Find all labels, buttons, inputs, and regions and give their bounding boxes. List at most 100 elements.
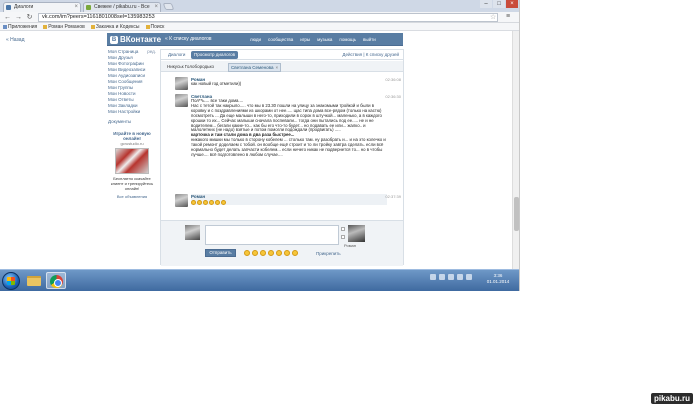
smile-icon <box>221 200 226 205</box>
browser-tab-dialogs[interactable]: Диалоги × <box>3 2 81 12</box>
battery-icon[interactable] <box>466 274 472 280</box>
nav-help[interactable]: помощь <box>339 37 356 42</box>
smile-icon[interactable] <box>260 250 266 256</box>
sidebar-item-settings[interactable]: Мои Настройки <box>108 109 156 115</box>
message-time: 02:37:39 <box>385 194 401 199</box>
bookmark-item[interactable]: Поиск <box>145 23 164 30</box>
avatar[interactable] <box>175 94 188 107</box>
vk-logo[interactable]: В ВКонтакте <box>110 35 161 44</box>
watermark: pikabu.ru <box>651 393 694 404</box>
message-author[interactable]: Роман <box>191 194 387 199</box>
all-ads-link[interactable]: Все объявления <box>108 194 156 199</box>
tab-view-dialogs[interactable]: Просмотр диалогов <box>191 51 239 59</box>
chrome-icon <box>50 275 63 288</box>
scrollbar[interactable] <box>512 31 519 269</box>
browser-toolbar: ← → ↻ vk.com/im?peers=1161801008sel=1359… <box>0 12 519 23</box>
message-text: Нас с тетой так накрыло..... что мы в 23… <box>191 102 382 133</box>
message-time: 02:36:30 <box>385 94 401 99</box>
vk-sidebar: Моя Страница ред. Мои Друзья Мои Фотограф… <box>108 49 156 199</box>
close-icon[interactable]: × <box>74 3 78 12</box>
smile-icon[interactable] <box>252 250 258 256</box>
forward-arrow-icon[interactable]: → <box>14 13 23 22</box>
avatar[interactable] <box>175 194 188 207</box>
ad-title[interactable]: Играйте в новую онлайн! <box>108 131 156 141</box>
folder-icon <box>43 24 48 29</box>
message-item: Светлана 02:36:30 Пол**ь.... все таки до… <box>175 94 401 158</box>
flag-icon[interactable] <box>457 274 463 280</box>
system-tray <box>430 274 472 280</box>
windows-taskbar: 3:36 01.01.2014 <box>0 269 519 291</box>
browser-tab-pikabu[interactable]: Свежее / pikabu.ru - Все × <box>83 2 161 12</box>
bookmarks-bar: Приложения Роман Романов Закачка и Кодек… <box>0 23 519 31</box>
to-dialogs-link[interactable]: « К списку диалогов <box>165 36 212 42</box>
member-item[interactable]: Никуськ Голобородько <box>165 63 216 70</box>
close-icon[interactable]: × <box>154 3 158 12</box>
folder-icon <box>145 24 150 29</box>
avatar[interactable] <box>175 77 188 90</box>
smiley-icon[interactable] <box>341 235 345 239</box>
bookmark-apps[interactable]: Приложения <box>3 23 37 30</box>
tab-title: Свежее / pikabu.ru - Все <box>94 4 150 10</box>
attach-photo-icon[interactable] <box>341 227 345 231</box>
bookmark-item[interactable]: Роман Романов <box>43 23 85 30</box>
message-composer: Отправить Прикрепить Роман <box>161 220 403 266</box>
taskbar-explorer[interactable] <box>24 272 44 289</box>
smile-icon[interactable] <box>244 250 250 256</box>
attach-link[interactable]: Прикрепить <box>316 251 341 256</box>
language-icon[interactable] <box>448 274 454 280</box>
dialog-actions[interactable]: Действия | К списку друзей <box>342 52 399 57</box>
screen: Диалоги × Свежее / pikabu.ru - Все × – □… <box>0 0 700 408</box>
nav-people[interactable]: люди <box>250 37 261 42</box>
dialog-panel: Диалоги Просмотр диалогов Действия | К с… <box>160 49 404 266</box>
back-link[interactable]: « Назад <box>6 37 25 43</box>
sidebar-item-documents[interactable]: Документы <box>108 119 156 125</box>
reload-icon[interactable]: ↻ <box>25 13 34 22</box>
close-icon[interactable]: × <box>275 65 278 70</box>
ad-image[interactable] <box>115 148 149 174</box>
taskbar-chrome[interactable] <box>46 272 66 289</box>
folder-icon <box>27 276 41 286</box>
peer-name[interactable]: Роман <box>344 243 356 248</box>
smile-icon[interactable] <box>268 250 274 256</box>
smile-icon[interactable] <box>292 250 298 256</box>
new-tab-button[interactable] <box>162 3 175 10</box>
back-arrow-icon[interactable]: ← <box>3 13 12 22</box>
avatar[interactable] <box>185 225 200 240</box>
taskbar-clock[interactable]: 3:36 01.01.2014 <box>482 273 514 285</box>
vk-header: В ВКонтакте « К списку диалогов люди соо… <box>107 33 403 46</box>
member-item-selected[interactable]: Светлана Семенова × <box>228 63 282 72</box>
menu-icon[interactable]: ≡ <box>506 13 510 20</box>
maximize-button[interactable]: □ <box>493 0 505 8</box>
nav-games[interactable]: игры <box>300 37 310 42</box>
network-icon[interactable] <box>430 274 436 280</box>
window-controls: – □ × <box>480 0 518 8</box>
ad-domain: gcrustudio.ru <box>120 141 144 146</box>
minimize-button[interactable]: – <box>480 0 492 8</box>
smile-icon[interactable] <box>276 250 282 256</box>
vk-logo-icon: В <box>110 35 118 44</box>
message-time: 02:36:08 <box>385 77 401 82</box>
nav-logout[interactable]: выйти <box>363 37 376 42</box>
avatar[interactable] <box>348 225 365 242</box>
send-button[interactable]: Отправить <box>205 249 236 257</box>
emoji-picker <box>244 250 298 256</box>
bookmark-item[interactable]: Закачка и Кодексы <box>90 23 140 30</box>
nav-communities[interactable]: сообщества <box>268 37 293 42</box>
smile-icon <box>191 200 196 205</box>
pikabu-favicon-icon <box>86 5 91 10</box>
address-bar[interactable]: vk.com/im?peers=1161801008sel=135983253 <box>38 13 498 22</box>
smile-icon <box>209 200 214 205</box>
nav-music[interactable]: музыка <box>317 37 332 42</box>
smile-icon <box>197 200 202 205</box>
scroll-thumb[interactable] <box>514 197 519 231</box>
star-icon[interactable]: ☆ <box>490 13 496 21</box>
message-input[interactable] <box>205 225 339 245</box>
smile-icon[interactable] <box>284 250 290 256</box>
volume-icon[interactable] <box>439 274 445 280</box>
tab-dialogs[interactable]: Диалоги <box>165 51 188 59</box>
message-item: Роман 02:36:08 как новый год отметили)) <box>175 77 401 90</box>
start-button[interactable] <box>2 272 20 290</box>
close-window-button[interactable]: × <box>506 0 518 8</box>
ad-block[interactable]: Играйте в новую онлайн! gcrustudio.ru Бе… <box>108 131 156 199</box>
vk-page: « Назад В ВКонтакте « К списку диалогов … <box>0 31 519 269</box>
